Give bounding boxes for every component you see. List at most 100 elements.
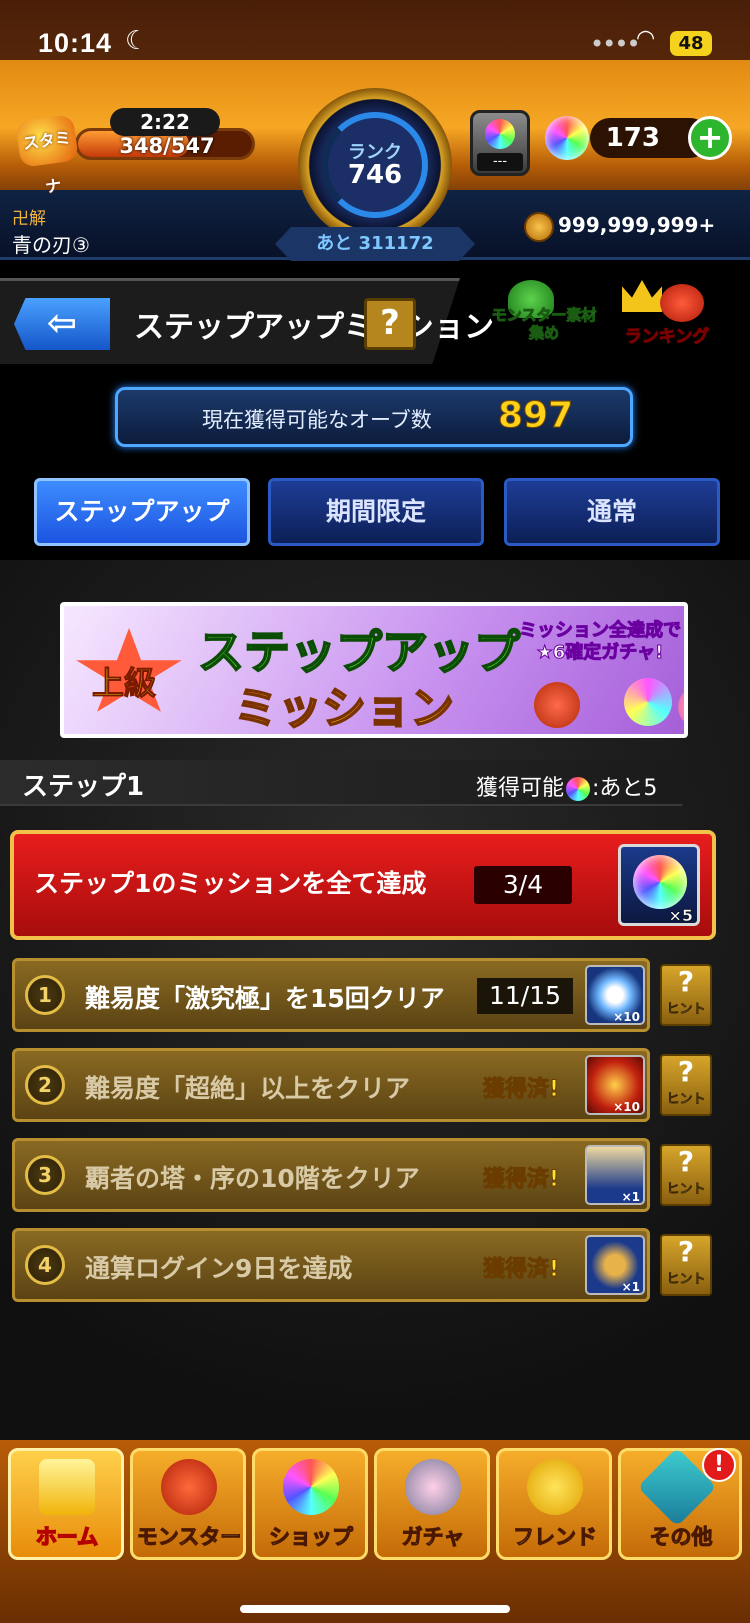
mission-number: 4 — [25, 1245, 65, 1285]
monster-icon — [678, 686, 684, 728]
player-title-top: 卍解 — [12, 209, 46, 229]
tab-normal[interactable]: 通常 — [504, 478, 720, 546]
mission-number: 1 — [25, 975, 65, 1015]
nav-label: その他 — [649, 1525, 713, 1550]
mission-progress: 3/4 — [474, 866, 572, 904]
monster-icon — [161, 1459, 217, 1515]
gem-icon — [485, 119, 515, 149]
nav-home[interactable]: ホーム — [8, 1448, 124, 1560]
ranking-mascot-icon — [660, 284, 704, 322]
hint-button[interactable]: ? ヒント — [660, 1144, 712, 1206]
signal-icon: •••• — [590, 30, 641, 58]
orb-icon — [633, 855, 687, 909]
mission-label: 通算ログイン9日を達成 — [85, 1254, 353, 1283]
player-title: 青の刃③ — [12, 233, 90, 257]
mission-label: 難易度「激究極」を15回クリア — [85, 984, 445, 1013]
tab-stepup[interactable]: ステップアップ — [34, 478, 250, 546]
mission-row-2[interactable]: 2 難易度「超絶」以上をクリア 獲得済! ×10 — [12, 1048, 650, 1122]
remaining-prefix: 獲得可能 — [476, 776, 565, 801]
reward-quantity: ×10 — [613, 1010, 640, 1024]
home-icon — [39, 1459, 95, 1515]
wifi-icon: ◠ — [636, 26, 656, 51]
reward-quantity: ×1 — [621, 1190, 640, 1204]
nav-label: フレンド — [513, 1525, 598, 1550]
battery-icon: 48 — [670, 31, 712, 56]
gold-amount: 999,999,999+ — [558, 213, 716, 237]
moon-icon: ☾ — [125, 26, 149, 56]
question-icon: ? — [677, 1235, 695, 1268]
mission-label: 難易度「超絶」以上をクリア — [85, 1074, 411, 1103]
tab-limited[interactable]: 期間限定 — [268, 478, 484, 546]
ranking-button[interactable]: ランキング — [612, 280, 722, 350]
reward-icon: ×5 — [618, 844, 700, 926]
stamina-timer: 2:22 — [110, 108, 220, 136]
hint-label: ヒント — [666, 1002, 706, 1018]
help-button[interactable]: ? — [364, 298, 416, 350]
stamina-icon: スタミナ — [15, 114, 79, 197]
nav-monster[interactable]: モンスター — [130, 1448, 246, 1560]
item-slot[interactable]: --- — [470, 110, 530, 176]
reward-quantity: ×5 — [668, 906, 693, 926]
monster-material-button[interactable]: モンスター素材集め — [488, 280, 598, 350]
remaining-suffix: :あと5 — [592, 776, 658, 801]
hint-label: ヒント — [666, 1272, 706, 1288]
nav-label: ショップ — [269, 1525, 354, 1550]
hint-label: ヒント — [666, 1182, 706, 1198]
slot-value: --- — [477, 153, 523, 171]
scroll-icon: ×1 — [585, 1145, 645, 1205]
nav-label: ホーム — [35, 1524, 99, 1550]
buy-orb-button[interactable]: + — [688, 116, 732, 160]
nav-label: モンスター — [136, 1525, 242, 1550]
banner-rank: 上級 — [91, 664, 157, 703]
mission-number: 3 — [25, 1155, 65, 1195]
notification-badge: ! — [702, 1448, 736, 1482]
mission-status: 獲得済! — [482, 1167, 560, 1193]
mission-label: ステップ1のミッションを全て達成 — [34, 869, 427, 898]
mission-row-4[interactable]: 4 通算ログイン9日を達成 獲得済! ×1 — [12, 1228, 650, 1302]
question-icon: ? — [677, 965, 695, 998]
question-icon: ? — [677, 1055, 695, 1088]
nav-friend[interactable]: フレンド — [496, 1448, 612, 1560]
question-icon: ? — [677, 1145, 695, 1178]
banner-subtitle: ミッション全達成で★6確定ガチャ! — [519, 620, 682, 664]
hint-label: ヒント — [666, 1092, 706, 1108]
nav-label: ガチャ — [401, 1525, 465, 1550]
orb-icon — [283, 1459, 339, 1515]
mission-row-1[interactable]: 1 難易度「激究極」を15回クリア 11/15 ×10 — [12, 958, 650, 1032]
monster-material-label: モンスター素材集め — [491, 306, 597, 343]
orb-icon — [545, 116, 589, 160]
nav-gacha[interactable]: ガチャ — [374, 1448, 490, 1560]
back-button[interactable]: ⇦ — [14, 298, 110, 350]
banner-title-2: ミッション — [233, 682, 455, 734]
event-banner[interactable]: 上級 ステップアップ ミッション ミッション全達成で★6確定ガチャ! — [60, 602, 688, 738]
next-rank-exp: あと 311172 — [275, 227, 475, 261]
bell-icon: ×1 — [585, 1235, 645, 1295]
coin-icon — [524, 212, 554, 242]
mission-number: 2 — [25, 1065, 65, 1105]
step-complete-mission[interactable]: ステップ1のミッションを全て達成 3/4 ×5 — [10, 830, 716, 940]
hint-button[interactable]: ? ヒント — [660, 1234, 712, 1296]
mission-status: 獲得済! — [482, 1257, 560, 1283]
clock: 10:14 — [38, 28, 113, 58]
friends-icon — [527, 1459, 583, 1515]
mission-row-3[interactable]: 3 覇者の塔・序の10階をクリア 獲得済! ×1 — [12, 1138, 650, 1212]
page-title: ステップアップミッション — [134, 310, 494, 345]
crown-icon — [622, 280, 662, 312]
mission-status: 獲得済! — [482, 1077, 560, 1103]
ranking-label: ランキング — [624, 327, 710, 348]
reward-icon: ×10 — [585, 1055, 645, 1115]
orb-icon — [566, 777, 591, 801]
monster-icon — [534, 682, 580, 728]
hint-button[interactable]: ? ヒント — [660, 1054, 712, 1116]
rank-badge[interactable]: ランク 746 — [298, 88, 452, 242]
orb-icon — [624, 678, 672, 726]
available-orbs-label: 現在獲得可能なオーブ数 — [202, 408, 432, 432]
reward-icon: ×10 — [585, 965, 645, 1025]
nav-shop[interactable]: ショップ — [252, 1448, 368, 1560]
hint-button[interactable]: ? ヒント — [660, 964, 712, 1026]
stamina-value: 348/547 — [119, 134, 215, 158]
mission-progress: 11/15 — [477, 978, 573, 1014]
home-indicator — [240, 1605, 510, 1613]
step-label: ステップ1 — [22, 772, 145, 802]
available-orbs-value: 897 — [497, 395, 574, 437]
